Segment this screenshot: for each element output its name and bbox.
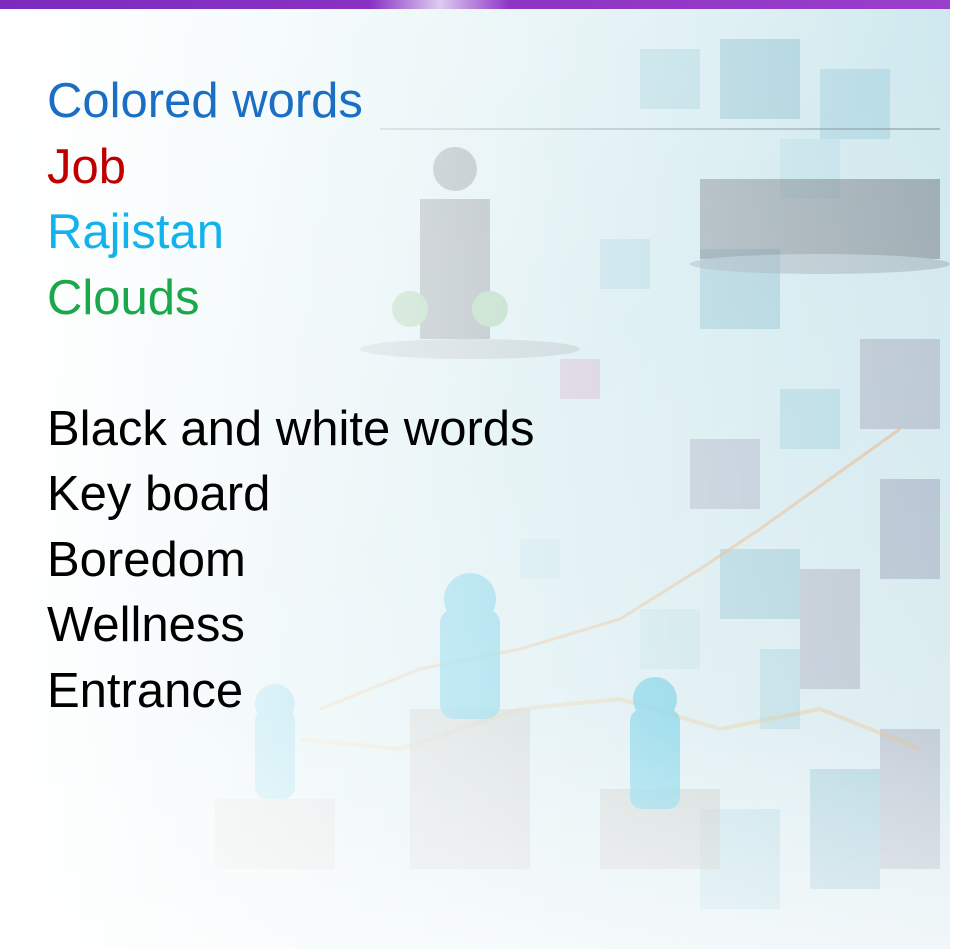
word-boredom: Boredom	[47, 532, 246, 587]
section-gap	[47, 331, 535, 397]
bw-words-heading: Black and white words	[47, 401, 535, 456]
word-key-board: Key board	[47, 467, 271, 521]
word-entrance: Entrance	[47, 663, 244, 718]
word-wellness: Wellness	[47, 598, 245, 652]
slide: Colored words Job Rajistan Clouds Black …	[0, 0, 960, 949]
word-job: Job	[47, 139, 127, 194]
word-rajistan: Rajistan	[47, 205, 225, 259]
word-clouds: Clouds	[47, 270, 200, 325]
word-list: Colored words Job Rajistan Clouds Black …	[47, 69, 535, 724]
colored-words-heading: Colored words	[47, 74, 363, 128]
right-edge	[950, 0, 960, 949]
